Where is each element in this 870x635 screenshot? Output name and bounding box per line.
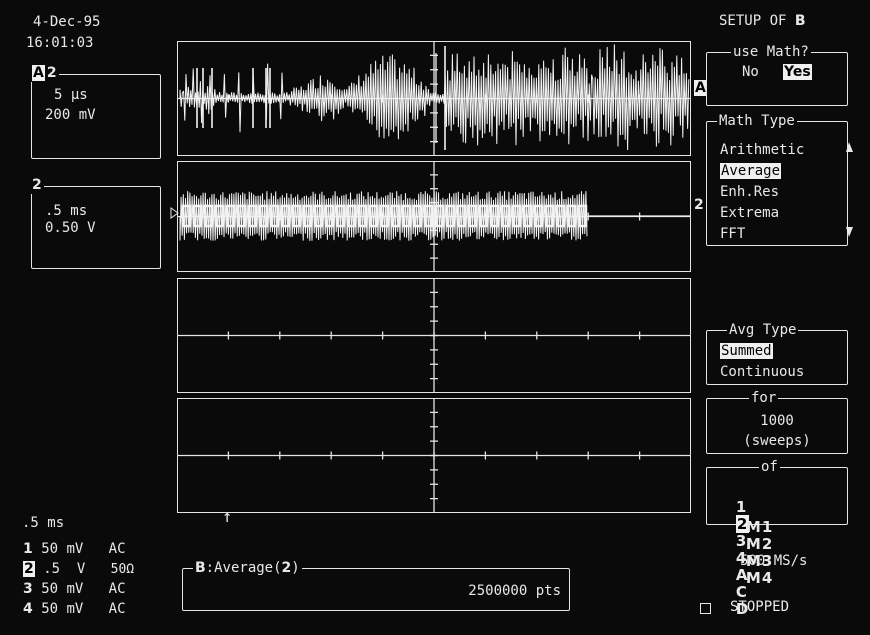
- channel-3-coupling: AC: [108, 581, 126, 597]
- for-sweeps-menu[interactable]: for 1000 (sweeps): [706, 390, 848, 454]
- trace-2-marker: 2: [694, 197, 704, 213]
- status-indicator-icon: [700, 603, 711, 614]
- for-sweeps-unit: (sweeps): [743, 433, 811, 449]
- use-math-yes-text: Yes: [783, 64, 812, 80]
- use-math-yes[interactable]: Yes: [783, 64, 812, 81]
- channel-3-readout[interactable]: 3 50 mV AC: [23, 581, 134, 601]
- timebase-readout: .5 ms: [22, 515, 65, 531]
- channel-4-coupling: AC: [108, 601, 126, 617]
- channel-4-readout[interactable]: 4 50 mV AC: [23, 601, 134, 621]
- use-math-menu[interactable]: use Math? No Yes: [706, 44, 848, 106]
- use-math-no[interactable]: No: [742, 64, 759, 81]
- math-readout-points: 2500000 pts: [468, 583, 561, 599]
- math-readout-source: 2: [281, 560, 292, 576]
- math-type-menu[interactable]: Math Type Arithmetic Average Enh.Res Ext…: [706, 113, 853, 246]
- avg-type-option-summed[interactable]: Summed: [720, 343, 773, 360]
- scroll-arrows: [846, 142, 853, 237]
- source-m2[interactable]: M2: [746, 535, 773, 553]
- math-readout-func: :Average(: [205, 560, 282, 576]
- trace-2-position-marker-icon: [170, 207, 179, 219]
- avg-type-title: Avg Type: [727, 322, 799, 338]
- channel-4-volts: 50 mV: [41, 601, 84, 617]
- channel-1-readout[interactable]: 1 50 mV AC: [23, 541, 134, 561]
- channel-4-num: 4: [23, 601, 33, 617]
- channel-2-num: 2: [23, 561, 35, 577]
- channel-3-volts: 50 mV: [41, 581, 84, 597]
- channel-2-volts: .5 V: [43, 561, 86, 577]
- source-of-menu[interactable]: of 1 2 3 4 A C D M1 M2 M3 M4: [706, 459, 848, 618]
- sample-rate-readout: 500 MS/s: [740, 553, 808, 569]
- grid-axes: [177, 41, 691, 513]
- channel-2-coupling: 50Ω: [110, 562, 135, 577]
- avg-type-summed-text: Summed: [720, 343, 773, 359]
- acquisition-status: STOPPED: [730, 599, 790, 615]
- source-m4[interactable]: M4: [746, 569, 773, 587]
- trace-a-marker: A: [694, 80, 707, 97]
- trigger-position-arrow-icon: ↑: [222, 507, 233, 527]
- waveforms: [179, 44, 690, 241]
- source-m1[interactable]: M1: [746, 518, 773, 536]
- channel-readouts: 1 50 mV AC 2 .5 V 50Ω 3 50 mV AC 4 50 mV…: [23, 541, 134, 621]
- of-title: of: [759, 459, 780, 475]
- for-title: for: [749, 390, 779, 406]
- channel-2-readout[interactable]: 2 .5 V 50Ω: [23, 561, 134, 581]
- for-sweeps-value: 1000: [760, 413, 794, 429]
- channel-1-num: 1: [23, 541, 33, 557]
- math-readout-close: ): [291, 560, 300, 576]
- channel-1-coupling: AC: [108, 541, 126, 557]
- channel-1-volts: 50 mV: [41, 541, 84, 557]
- trace-a-marker-letter: A: [694, 80, 707, 96]
- use-math-title: use Math?: [731, 44, 811, 60]
- channel-3-num: 3: [23, 581, 33, 597]
- avg-type-option-continuous[interactable]: Continuous: [720, 364, 804, 381]
- avg-type-menu[interactable]: Avg Type Summed Continuous: [706, 322, 848, 385]
- math-readout-box[interactable]: B:Average(2) 2500000 pts: [182, 560, 570, 611]
- math-readout-title: B:Average(2): [193, 560, 302, 576]
- math-readout-trace: B: [195, 560, 206, 576]
